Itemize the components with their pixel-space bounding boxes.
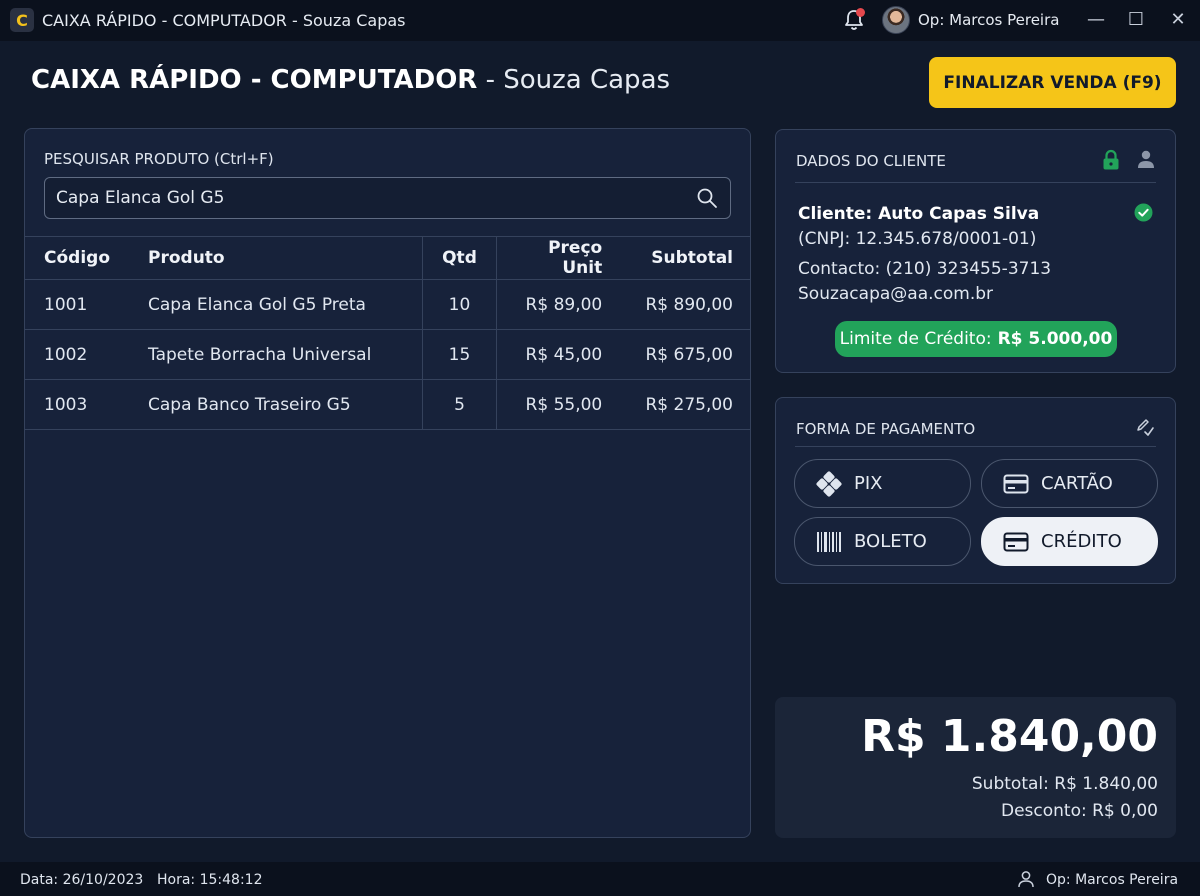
pencil-check-icon[interactable] xyxy=(1135,417,1155,437)
customer-email: Souzacapa@aa.com.br xyxy=(798,284,994,304)
status-date: Data: 26/10/2023 xyxy=(20,872,144,888)
close-button[interactable]: ✕ xyxy=(1167,9,1189,31)
cell-unit-price: R$ 89,00 xyxy=(496,279,622,330)
customer-card: DADOS DO CLIENTE Cliente: Auto Capas Sil… xyxy=(775,129,1176,373)
header-product[interactable]: Produto xyxy=(129,236,422,280)
cell-subtotal: R$ 275,00 xyxy=(621,379,750,430)
cell-code: 1003 xyxy=(25,379,129,430)
notification-badge xyxy=(856,8,865,17)
avatar[interactable] xyxy=(882,6,910,34)
customer-cnpj: (CNPJ: 12.345.678/0001-01) xyxy=(798,229,1037,249)
barcode-icon xyxy=(817,531,841,552)
payment-card-title: FORMA DE PAGAMENTO xyxy=(796,420,976,438)
cell-product: Capa Banco Traseiro G5 xyxy=(129,379,422,430)
products-panel: PESQUISAR PRODUTO (Ctrl+F) Código Produt… xyxy=(24,128,751,838)
card-divider xyxy=(795,182,1156,183)
status-bar: Data: 26/10/2023 Hora: 15:48:12 Op: Marc… xyxy=(0,862,1200,896)
cell-qty[interactable]: 10 xyxy=(421,279,498,330)
cell-code: 1002 xyxy=(25,329,129,380)
search-icon[interactable] xyxy=(696,187,718,209)
page-title-store: - Souza Capas xyxy=(477,65,671,95)
minimize-button[interactable]: — xyxy=(1085,9,1107,31)
table-row[interactable]: 1003 Capa Banco Traseiro G5 5 R$ 55,00 R… xyxy=(25,379,750,430)
header-subtotal[interactable]: Subtotal xyxy=(621,236,750,280)
notification-button[interactable] xyxy=(843,8,865,32)
cell-code: 1001 xyxy=(25,279,129,330)
grand-total: R$ 1.840,00 xyxy=(861,711,1158,762)
cell-subtotal: R$ 890,00 xyxy=(621,279,750,330)
totals-panel: R$ 1.840,00 Subtotal: R$ 1.840,00 Descon… xyxy=(775,697,1176,838)
header-unit-price[interactable]: Preço Unit xyxy=(496,236,622,280)
cell-subtotal: R$ 675,00 xyxy=(621,329,750,380)
payment-card-button[interactable]: CARTÃO xyxy=(981,459,1158,508)
credit-limit-badge: Limite de Crédito: R$ 5.000,00 xyxy=(835,321,1117,357)
customer-contact: Contacto: (210) 323455-3713 xyxy=(798,259,1052,279)
payment-card-label: CARTÃO xyxy=(1041,473,1113,494)
card-divider xyxy=(795,446,1156,447)
app-logo-icon: C xyxy=(10,8,34,32)
cell-unit-price: R$ 45,00 xyxy=(496,329,622,380)
pix-icon xyxy=(816,470,842,497)
search-label: PESQUISAR PRODUTO (Ctrl+F) xyxy=(44,150,274,168)
user-icon xyxy=(1018,871,1034,888)
maximize-button[interactable]: ☐ xyxy=(1125,9,1147,31)
discount-text: Desconto: R$ 0,00 xyxy=(1000,801,1158,821)
cell-unit-price: R$ 55,00 xyxy=(496,379,622,430)
search-input[interactable] xyxy=(45,178,685,218)
products-table: Código Produto Qtd Preço Unit Subtotal 1… xyxy=(25,236,750,430)
title-bar: C CAIXA RÁPIDO - COMPUTADOR - Souza Capa… xyxy=(0,0,1200,41)
subtotal-text: Subtotal: R$ 1.840,00 xyxy=(971,774,1158,794)
lock-icon[interactable] xyxy=(1102,149,1120,171)
cell-qty[interactable]: 15 xyxy=(421,329,498,380)
user-icon[interactable] xyxy=(1136,149,1156,169)
status-time: Hora: 15:48:12 xyxy=(157,872,263,888)
header-code[interactable]: Código xyxy=(25,236,129,280)
payment-pix-label: PIX xyxy=(854,473,883,494)
payment-boleto-label: BOLETO xyxy=(854,531,927,552)
customer-card-title: DADOS DO CLIENTE xyxy=(796,152,946,170)
window-title: CAIXA RÁPIDO - COMPUTADOR - Souza Capas xyxy=(42,11,406,30)
table-row[interactable]: 1001 Capa Elanca Gol G5 Preta 10 R$ 89,0… xyxy=(25,279,750,330)
payment-credit-label: CRÉDITO xyxy=(1041,531,1122,552)
status-operator: Op: Marcos Pereira xyxy=(1046,872,1179,888)
payment-card: FORMA DE PAGAMENTO PIX CARTÃO BOLETO CRÉ… xyxy=(775,397,1176,584)
payment-pix-button[interactable]: PIX xyxy=(794,459,971,508)
page-title-main: CAIXA RÁPIDO - COMPUTADOR xyxy=(31,65,478,95)
customer-name: Cliente: Auto Capas Silva xyxy=(798,204,1040,224)
payment-credit-button[interactable]: CRÉDITO xyxy=(981,517,1158,566)
finalize-sale-button[interactable]: FINALIZAR VENDA (F9) xyxy=(929,57,1176,108)
card-icon xyxy=(1003,474,1029,493)
operator-name: Op: Marcos Pereira xyxy=(918,11,1060,29)
search-box[interactable] xyxy=(44,177,731,219)
page-title: CAIXA RÁPIDO - COMPUTADOR - Souza Capas xyxy=(31,65,670,95)
table-row[interactable]: 1002 Tapete Borracha Universal 15 R$ 45,… xyxy=(25,329,750,380)
cell-qty[interactable]: 5 xyxy=(421,379,498,430)
credit-limit-value: R$ 5.000,00 xyxy=(997,329,1113,349)
verified-check-icon xyxy=(1134,203,1153,222)
cell-product: Tapete Borracha Universal xyxy=(129,329,422,380)
header-qty[interactable]: Qtd xyxy=(421,236,498,280)
table-header-row: Código Produto Qtd Preço Unit Subtotal xyxy=(25,236,750,280)
payment-boleto-button[interactable]: BOLETO xyxy=(794,517,971,566)
cell-product: Capa Elanca Gol G5 Preta xyxy=(129,279,422,330)
card-icon xyxy=(1003,532,1029,551)
credit-limit-label: Limite de Crédito: xyxy=(839,329,992,349)
